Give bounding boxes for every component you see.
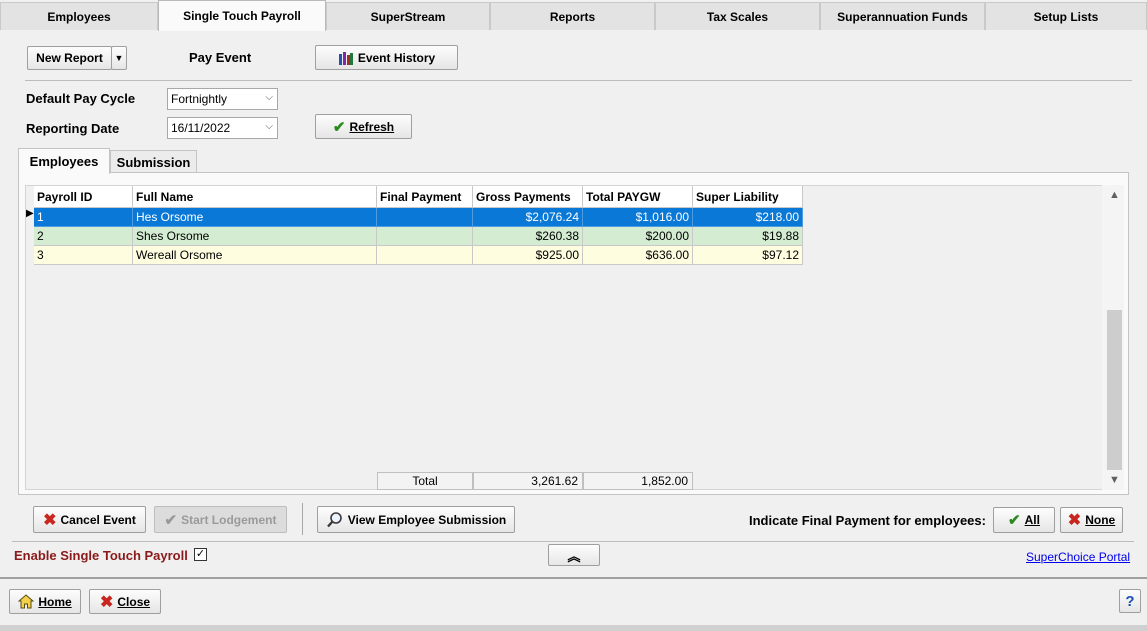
reporting-date-picker[interactable]: 16/11/2022 ⌵ <box>167 117 278 139</box>
divider <box>25 80 1132 81</box>
cell-full-name[interactable]: Hes Orsome <box>133 208 377 227</box>
cell-payroll-id[interactable]: 3 <box>34 246 133 265</box>
checkmark-icon: ✔ <box>332 118 346 136</box>
col-super-liability[interactable]: Super Liability <box>693 186 803 208</box>
pay-cycle-label: Default Pay Cycle <box>26 91 136 106</box>
pay-cycle-select[interactable]: Fortnightly ⌵ <box>167 88 278 110</box>
cell-full-name[interactable]: Wereall Orsome <box>133 246 377 265</box>
chevron-down-icon: ⌵ <box>265 121 273 132</box>
enable-stp-label: Enable Single Touch Payroll <box>14 548 188 563</box>
home-icon <box>18 594 35 609</box>
tab-superstream[interactable]: SuperStream <box>326 2 490 30</box>
tab-submission[interactable]: Submission <box>110 150 197 174</box>
tab-superannuation-funds[interactable]: Superannuation Funds <box>820 2 985 30</box>
total-label: Total <box>377 472 473 490</box>
scroll-down-icon[interactable]: ▼ <box>1107 474 1122 486</box>
enable-stp-checkbox[interactable]: ✓ <box>194 548 207 561</box>
tab-employees-grid[interactable]: Employees <box>18 148 110 174</box>
double-chevron-up-icon: ︽ <box>567 548 581 564</box>
final-payment-label: Indicate Final Payment for employees: <box>749 513 986 528</box>
cell-gross-payments[interactable]: $260.38 <box>473 227 583 246</box>
row-pointer-icon: ▶ <box>26 208 34 219</box>
vertical-scrollbar[interactable]: ▲ ▼ <box>1102 185 1124 490</box>
cell-final-payment[interactable] <box>377 246 473 265</box>
cell-payroll-id[interactable]: 2 <box>34 227 133 246</box>
col-gross-payments[interactable]: Gross Payments <box>473 186 583 208</box>
none-label: None <box>1085 513 1116 527</box>
cell-payroll-id[interactable]: 1 <box>34 208 133 227</box>
cell-total-paygw[interactable]: $1,016.00 <box>583 208 693 227</box>
help-icon: ? <box>1125 592 1135 610</box>
scroll-thumb[interactable] <box>1107 310 1122 470</box>
col-payroll-id[interactable]: Payroll ID <box>34 186 133 208</box>
cell-total-paygw[interactable]: $636.00 <box>583 246 693 265</box>
close-icon: ✖ <box>1067 512 1082 529</box>
all-label: All <box>1024 513 1040 527</box>
employees-grid: Payroll ID Full Name Final Payment Gross… <box>25 185 1103 490</box>
divider <box>12 541 1134 542</box>
view-submission-label: View Employee Submission <box>347 512 507 527</box>
vertical-divider <box>302 503 303 535</box>
tab-reports[interactable]: Reports <box>490 2 655 30</box>
cell-super-liability[interactable]: $218.00 <box>693 208 803 227</box>
collapse-button[interactable]: ︽ <box>548 544 600 566</box>
cell-full-name[interactable]: Shes Orsome <box>133 227 377 246</box>
home-label: Home <box>38 594 72 609</box>
event-history-label: Event History <box>357 50 436 65</box>
start-lodgement-label: Start Lodgement <box>181 512 277 527</box>
checkmark-icon: ✔ <box>164 511 178 529</box>
tab-setup-lists[interactable]: Setup Lists <box>985 2 1147 30</box>
background-window-strip <box>0 625 1147 631</box>
tab-single-touch-payroll[interactable]: Single Touch Payroll <box>158 0 326 31</box>
books-icon <box>338 51 354 65</box>
reporting-date-value: 16/11/2022 <box>171 121 231 135</box>
scroll-up-icon[interactable]: ▲ <box>1107 189 1122 201</box>
col-final-payment[interactable]: Final Payment <box>377 186 473 208</box>
caret-down-icon: ▼ <box>114 53 124 63</box>
col-full-name[interactable]: Full Name <box>133 186 377 208</box>
cell-gross-payments[interactable]: $925.00 <box>473 246 583 265</box>
col-total-paygw[interactable]: Total PAYGW <box>583 186 693 208</box>
cell-gross-payments[interactable]: $2,076.24 <box>473 208 583 227</box>
total-gross-payments: 3,261.62 <box>473 472 583 490</box>
refresh-button[interactable]: ✔ Refresh <box>315 114 412 139</box>
checkmark-icon: ✔ <box>1008 512 1021 529</box>
employees-grid-panel: Payroll ID Full Name Final Payment Gross… <box>18 172 1129 495</box>
start-lodgement-button[interactable]: ✔ Start Lodgement <box>154 506 287 533</box>
new-report-label: New Report <box>36 51 103 65</box>
pay-event-label: Pay Event <box>189 50 252 65</box>
view-employee-submission-button[interactable]: View Employee Submission <box>317 506 515 533</box>
none-button[interactable]: ✖ None <box>1060 507 1123 533</box>
cancel-event-label: Cancel Event <box>60 512 136 527</box>
footer-bar <box>0 579 1147 625</box>
tab-employees[interactable]: Employees <box>0 2 158 30</box>
new-report-button[interactable]: New Report <box>27 46 112 70</box>
close-icon: ✖ <box>43 511 57 529</box>
refresh-label: Refresh <box>349 119 395 134</box>
close-button[interactable]: ✖ Close <box>89 589 161 614</box>
superchoice-portal-link[interactable]: SuperChoice Portal <box>1026 550 1130 564</box>
cell-super-liability[interactable]: $97.12 <box>693 246 803 265</box>
top-tab-bar: Employees Single Touch Payroll SuperStre… <box>0 0 1147 31</box>
total-paygw: 1,852.00 <box>583 472 693 490</box>
chevron-down-icon: ⌵ <box>265 92 273 103</box>
close-icon: ✖ <box>99 593 114 611</box>
cancel-event-button[interactable]: ✖ Cancel Event <box>33 506 146 533</box>
cell-final-payment[interactable] <box>377 208 473 227</box>
reporting-date-label: Reporting Date <box>26 121 120 136</box>
event-history-button[interactable]: Event History <box>315 45 458 70</box>
cell-total-paygw[interactable]: $200.00 <box>583 227 693 246</box>
pay-cycle-value: Fortnightly <box>171 92 228 106</box>
help-button[interactable]: ? <box>1119 589 1141 613</box>
cell-final-payment[interactable] <box>377 227 473 246</box>
close-label: Close <box>117 594 151 609</box>
home-button[interactable]: Home <box>9 589 81 614</box>
cell-super-liability[interactable]: $19.88 <box>693 227 803 246</box>
magnifier-icon <box>326 511 344 529</box>
new-report-dropdown[interactable]: ▼ <box>111 46 127 70</box>
tab-tax-scales[interactable]: Tax Scales <box>655 2 820 30</box>
all-button[interactable]: ✔ All <box>993 507 1055 533</box>
